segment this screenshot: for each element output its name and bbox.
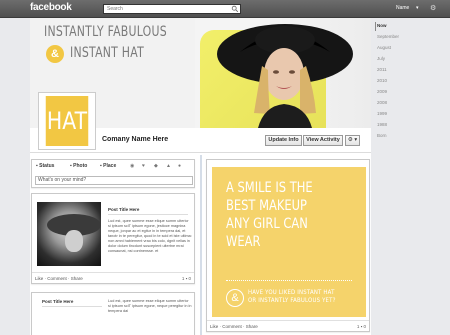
top-bar: facebook Search Name ▾ ⚙ <box>0 0 450 18</box>
quote-ampersand: & <box>226 289 244 307</box>
profile-picture[interactable]: HAT <box>38 92 96 150</box>
quote-image[interactable]: A SMILE IS THE BEST MAKEUP ANY GIRL CAN … <box>212 167 366 317</box>
like-icon[interactable]: ♥ <box>142 163 145 169</box>
timeline-nav-item[interactable]: 2010 <box>377 78 387 83</box>
user-name-link[interactable]: Name <box>396 5 409 11</box>
post-body: Lud est, quee summe esse elique summ ult… <box>108 219 192 253</box>
cover-title-line2: INSTANT HAT <box>70 45 145 61</box>
post-title[interactable]: Post Title Here <box>42 299 73 304</box>
post-photo[interactable] <box>37 202 101 266</box>
cover-title-line1: INSTANTLY FABULOUS <box>44 24 167 40</box>
woman-in-hat-photo <box>217 24 353 128</box>
tab-place[interactable]: ▪ Place <box>100 163 116 169</box>
quote-post-card: A SMILE IS THE BEST MAKEUP ANY GIRL CAN … <box>206 159 370 332</box>
tab-photo[interactable]: ▪ Photo <box>70 163 87 169</box>
post-title-rule <box>108 214 188 215</box>
timeline-nav-item[interactable]: Now <box>377 23 387 28</box>
post-title[interactable]: Post Title Here <box>108 207 139 212</box>
audience-icon[interactable]: ◉ <box>130 163 134 169</box>
status-composer: ▪ Status ▪ Photo ▪ Place ◉ ♥ ◆ ▲ ● What'… <box>31 159 195 188</box>
quote-divider <box>226 280 352 281</box>
account-gear-icon[interactable]: ⚙ <box>430 4 436 12</box>
timeline-nav-item[interactable]: September <box>377 34 399 39</box>
status-input[interactable]: What's on your mind? <box>35 176 193 185</box>
post-card: Post Title Here Lud est, quee summe esse… <box>31 193 195 284</box>
cover-ampersand: & <box>46 45 64 63</box>
timeline-nav-item[interactable]: August <box>377 45 391 50</box>
milestone-icon[interactable]: ▲ <box>166 163 171 169</box>
timeline-nav-item[interactable]: 1988 <box>377 122 387 127</box>
post-body: Lud est, quee summe esse elique summ ult… <box>108 299 192 313</box>
timeline-nav: Now September August July 2011 2010 2009… <box>375 18 450 335</box>
timeline-nav-item[interactable]: July <box>377 56 385 61</box>
profile-picture-text: HAT <box>45 96 89 146</box>
post-actions: Like · Comment · Share 1 ▪ 0 <box>32 272 194 283</box>
timeline-nav-item[interactable]: 1999 <box>377 111 387 116</box>
post-action-links[interactable]: Like · Comment · Share <box>210 324 258 329</box>
quote-question: HAVE YOU LIKED INSTANT HAT OR INSTANTLY … <box>248 289 336 304</box>
settings-gear-button[interactable]: ⚙ ▾ <box>345 135 360 146</box>
timeline-nav-item[interactable]: 2011 <box>377 67 387 72</box>
post-action-links[interactable]: Like · Comment · Share <box>35 276 83 281</box>
timeline-nav-marker <box>375 22 376 31</box>
post-like-count[interactable]: 1 ▪ 0 <box>182 276 191 281</box>
post-card: Post Title Here Lud est, quee summe esse… <box>31 292 195 335</box>
post-like-count[interactable]: 1 ▪ 0 <box>357 324 366 329</box>
timeline-nav-item[interactable]: 2009 <box>377 89 387 94</box>
event-icon[interactable]: ◆ <box>154 163 158 169</box>
post-photo-face <box>65 230 83 252</box>
facebook-logo[interactable]: facebook <box>30 2 72 13</box>
page-name[interactable]: Comany Name Here <box>102 136 168 143</box>
view-activity-button[interactable]: View Activity <box>303 135 343 146</box>
post-actions: Like · Comment · Share 1 ▪ 0 <box>207 320 369 331</box>
update-info-button[interactable]: Update Info <box>265 135 302 146</box>
tab-status[interactable]: ▪ Status <box>36 163 54 169</box>
search-placeholder: Search <box>107 6 123 12</box>
timeline-spine <box>200 155 202 335</box>
timeline-nav-item[interactable]: Born <box>377 133 387 138</box>
more-icon[interactable]: ● <box>178 163 181 169</box>
search-input[interactable]: Search <box>103 4 241 14</box>
post-title-rule <box>42 306 102 307</box>
header-divider <box>30 152 371 153</box>
search-icon[interactable] <box>231 5 239 13</box>
timeline-nav-item[interactable]: 2008 <box>377 100 387 105</box>
user-menu-caret[interactable]: ▾ <box>416 5 419 11</box>
quote-headline: A SMILE IS THE BEST MAKEUP ANY GIRL CAN … <box>226 180 313 250</box>
